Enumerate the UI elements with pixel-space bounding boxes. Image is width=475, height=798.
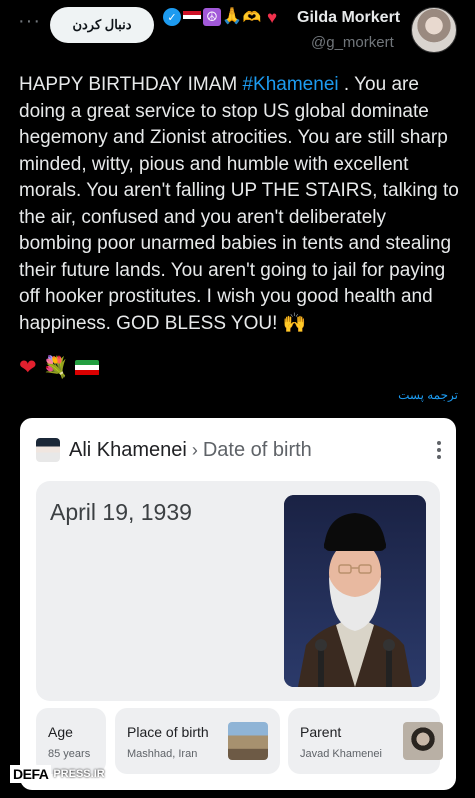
raising-hands-icon: 🙌 bbox=[282, 312, 307, 334]
city-thumbnail bbox=[228, 722, 268, 760]
place-of-birth-label: Place of birth bbox=[127, 724, 209, 740]
tweet-text-body: . You are doing a great service to stop … bbox=[19, 74, 459, 334]
red-heart-icon: ❤ bbox=[19, 356, 37, 379]
red-heart-icon: ♥ bbox=[266, 7, 278, 27]
entity-thumbnail bbox=[36, 438, 60, 462]
parent-tile[interactable]: Parent Javad Khamenei bbox=[288, 708, 443, 774]
bouquet-icon: 💐 bbox=[42, 355, 69, 379]
answer-tile: April 19, 1939 bbox=[36, 481, 440, 701]
egypt-flag-icon bbox=[183, 8, 201, 26]
portrait-image bbox=[284, 495, 426, 687]
display-name[interactable]: Gilda Morkert bbox=[297, 9, 400, 27]
more-options-icon[interactable]: ··· bbox=[18, 10, 41, 33]
hashtag-link[interactable]: #Khamenei bbox=[242, 74, 338, 95]
property-name: Date of birth bbox=[202, 438, 312, 461]
user-handle[interactable]: @g_morkert bbox=[311, 34, 394, 51]
place-of-birth-tile[interactable]: Place of birth Mashhad, Iran bbox=[115, 708, 280, 774]
parent-label: Parent bbox=[300, 724, 342, 740]
watermark-brand: DEFA bbox=[10, 765, 52, 783]
translate-post-link[interactable]: ترجمه پست bbox=[398, 388, 458, 402]
place-of-birth-value: Mashhad, Iran bbox=[127, 748, 198, 760]
avatar[interactable] bbox=[411, 7, 457, 53]
age-label: Age bbox=[48, 724, 73, 740]
verified-icon: ✓ bbox=[163, 8, 181, 26]
iran-flag-icon bbox=[74, 359, 99, 376]
parent-thumbnail bbox=[403, 722, 443, 760]
birth-date-value: April 19, 1939 bbox=[50, 499, 192, 525]
tweet-text: HAPPY BIRTHDAY IMAM #Khamenei . You are … bbox=[19, 72, 459, 337]
tweet-text-start: HAPPY BIRTHDAY IMAM bbox=[19, 74, 243, 95]
chevron-right-icon: › bbox=[191, 439, 198, 460]
peace-icon: ☮ bbox=[203, 8, 221, 26]
emoji-row: ❤ 💐 bbox=[19, 355, 99, 380]
name-badges: ✓ ☮ 🙏 🫶 ♥ bbox=[163, 8, 281, 26]
praying-hands-icon: 🙏 bbox=[222, 8, 242, 25]
heart-hands-icon: 🫶 bbox=[242, 8, 262, 26]
watermark-suffix: PRESS.IR bbox=[53, 768, 105, 780]
knowledge-card-image[interactable]: Ali Khamenei › Date of birth April 19, 1… bbox=[20, 418, 456, 790]
card-header: Ali Khamenei › Date of birth bbox=[36, 438, 312, 462]
follow-button[interactable]: دنبال کردن bbox=[50, 7, 154, 43]
kebab-menu-icon bbox=[436, 441, 442, 459]
watermark-logo: DEFA PRESS.IR bbox=[10, 765, 105, 783]
age-value: 85 years bbox=[48, 748, 91, 760]
entity-name: Ali Khamenei bbox=[69, 438, 187, 461]
parent-value: Javad Khamenei bbox=[300, 748, 382, 760]
tweet-header: ··· دنبال کردن ✓ ☮ 🙏 🫶 ♥ Gilda Morkert @… bbox=[0, 0, 475, 60]
